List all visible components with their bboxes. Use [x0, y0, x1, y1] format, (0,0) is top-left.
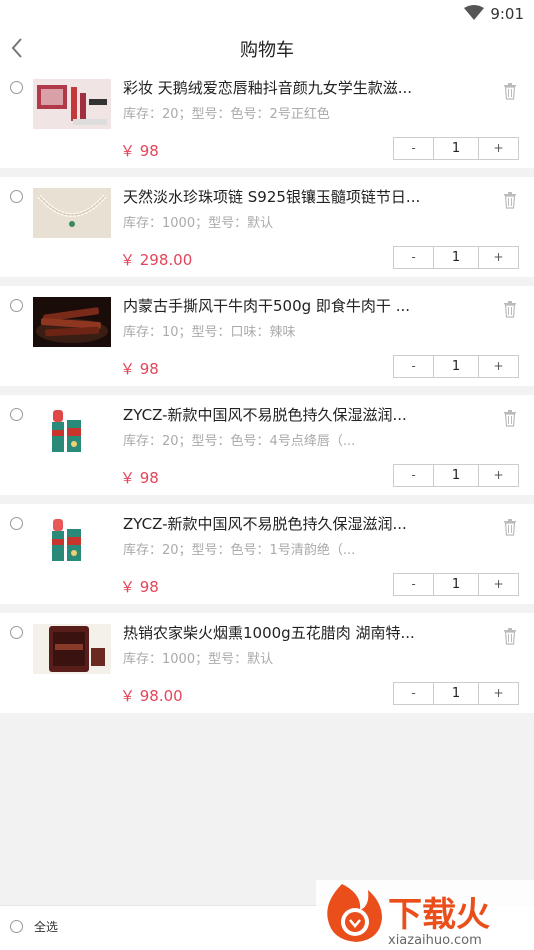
quantity-stepper: - 1 + [393, 464, 519, 487]
status-time: 9:01 [490, 5, 524, 23]
item-name: 热销农家柴火烟熏1000g五花腊肉 湖南特... [123, 624, 415, 642]
quantity-stepper: - 1 + [393, 682, 519, 705]
cart-item: 彩妆 天鹅绒爱恋唇釉抖音颜九女学生款滋... 库存：20；型号：色号：2号正红色… [0, 68, 534, 168]
item-price: ￥ 98 [120, 360, 159, 378]
increase-button[interactable]: + [479, 574, 518, 595]
quantity-stepper: - 1 + [393, 355, 519, 378]
item-spec: 库存：20；型号：色号：4号点绛唇（... [123, 434, 356, 449]
trash-icon[interactable] [502, 627, 518, 645]
smoked-pork-image[interactable] [33, 624, 111, 674]
watermark-brand: 下载火 [388, 895, 490, 935]
makeup-set-image[interactable] [33, 79, 111, 129]
header: 购物车 [0, 28, 534, 68]
increase-button[interactable]: + [479, 247, 518, 268]
select-item-radio[interactable] [10, 81, 23, 94]
status-bar: 9:01 [0, 0, 534, 28]
select-item-radio[interactable] [10, 299, 23, 312]
item-name: ZYCZ-新款中国风不易脱色持久保湿滋润... [123, 515, 407, 533]
cart-item: ZYCZ-新款中国风不易脱色持久保湿滋润... 库存：20；型号：色号：4号点绛… [0, 395, 534, 495]
item-price: ￥ 98 [120, 578, 159, 596]
beef-jerky-image[interactable] [33, 297, 111, 347]
item-price: ￥ 98 [120, 142, 159, 160]
quantity-input[interactable]: 1 [433, 574, 479, 595]
trash-icon[interactable] [502, 518, 518, 536]
watermark-url: xiazaihuo.com [388, 933, 482, 948]
quantity-stepper: - 1 + [393, 246, 519, 269]
item-spec: 库存：1000；型号：默认 [123, 652, 274, 667]
wifi-icon [464, 5, 484, 20]
trash-icon[interactable] [502, 409, 518, 427]
select-item-radio[interactable] [10, 517, 23, 530]
select-item-radio[interactable] [10, 190, 23, 203]
cart-list: 彩妆 天鹅绒爱恋唇釉抖音颜九女学生款滋... 库存：20；型号：色号：2号正红色… [0, 68, 534, 713]
lipstick-image[interactable] [33, 406, 111, 456]
item-price: ￥ 98 [120, 469, 159, 487]
cart-item: ZYCZ-新款中国风不易脱色持久保湿滋润... 库存：20；型号：色号：1号清韵… [0, 504, 534, 604]
item-spec: 库存：20；型号：色号：2号正红色 [123, 107, 330, 122]
item-name: 天然淡水珍珠项链 S925银镶玉髓项链节日... [123, 188, 421, 206]
select-item-radio[interactable] [10, 626, 23, 639]
item-price: ￥ 98.00 [120, 687, 183, 705]
increase-button[interactable]: + [479, 138, 518, 159]
item-name: 内蒙古手撕风干牛肉干500g 即食牛肉干 ... [123, 297, 410, 315]
cart-item: 内蒙古手撕风干牛肉干500g 即食牛肉干 ... 库存：10；型号：口味：辣味 … [0, 286, 534, 386]
quantity-input[interactable]: 1 [433, 465, 479, 486]
quantity-input[interactable]: 1 [433, 138, 479, 159]
item-name: ZYCZ-新款中国风不易脱色持久保湿滋润... [123, 406, 407, 424]
item-spec: 库存：10；型号：口味：辣味 [123, 325, 296, 340]
trash-icon[interactable] [502, 82, 518, 100]
quantity-input[interactable]: 1 [433, 683, 479, 704]
increase-button[interactable]: + [479, 465, 518, 486]
item-price: ￥ 298.00 [120, 251, 193, 269]
trash-icon[interactable] [502, 191, 518, 209]
pearl-necklace-image[interactable] [33, 188, 111, 238]
quantity-stepper: - 1 + [393, 573, 519, 596]
select-all-label[interactable]: 全选 [34, 918, 58, 935]
decrease-button[interactable]: - [394, 683, 433, 704]
item-spec: 库存：20；型号：色号：1号清韵绝（... [123, 543, 356, 558]
watermark-logo: 下载火 xiazaihuo.com [316, 880, 534, 949]
quantity-input[interactable]: 1 [433, 356, 479, 377]
quantity-input[interactable]: 1 [433, 247, 479, 268]
item-name: 彩妆 天鹅绒爱恋唇釉抖音颜九女学生款滋... [123, 79, 413, 97]
select-all-radio[interactable] [10, 920, 23, 933]
select-item-radio[interactable] [10, 408, 23, 421]
decrease-button[interactable]: - [394, 247, 433, 268]
quantity-stepper: - 1 + [393, 137, 519, 160]
decrease-button[interactable]: - [394, 138, 433, 159]
page-title: 购物车 [240, 40, 294, 61]
decrease-button[interactable]: - [394, 465, 433, 486]
decrease-button[interactable]: - [394, 356, 433, 377]
cart-item: 热销农家柴火烟熏1000g五花腊肉 湖南特... 库存：1000；型号：默认 ￥… [0, 613, 534, 713]
cart-item: 天然淡水珍珠项链 S925银镶玉髓项链节日... 库存：1000；型号：默认 ￥… [0, 177, 534, 277]
trash-icon[interactable] [502, 300, 518, 318]
decrease-button[interactable]: - [394, 574, 433, 595]
item-spec: 库存：1000；型号：默认 [123, 216, 274, 231]
increase-button[interactable]: + [479, 683, 518, 704]
lipstick-image[interactable] [33, 515, 111, 565]
increase-button[interactable]: + [479, 356, 518, 377]
